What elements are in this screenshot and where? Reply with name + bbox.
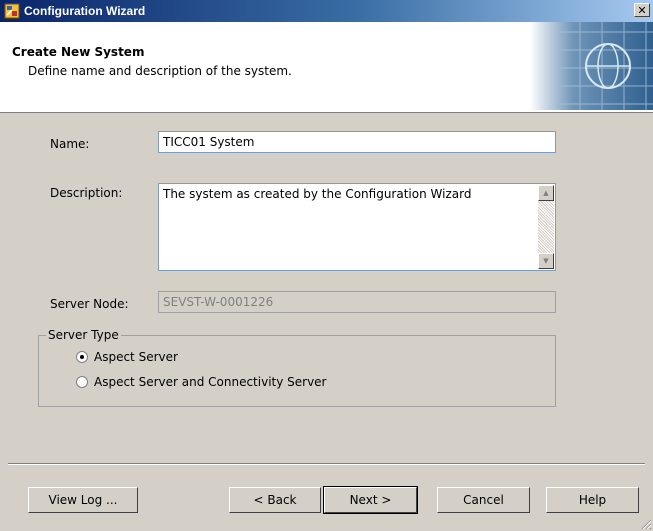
wizard-header: Create New System Define name and descri… xyxy=(0,22,653,113)
name-label: Name: xyxy=(50,137,90,151)
next-button[interactable]: Next > xyxy=(323,486,418,514)
description-textarea[interactable]: The system as created by the Configurati… xyxy=(158,183,556,271)
close-button[interactable]: ✕ xyxy=(634,3,650,17)
cancel-button[interactable]: Cancel xyxy=(437,487,530,513)
resize-grip-icon[interactable] xyxy=(641,519,652,530)
radio-unchecked-icon[interactable] xyxy=(76,376,88,388)
radio-aspect-server[interactable]: Aspect Server xyxy=(76,350,178,364)
page-title: Create New System xyxy=(12,45,145,59)
server-type-group xyxy=(38,335,556,407)
radio-checked-icon[interactable] xyxy=(76,351,88,363)
wizard-app-icon xyxy=(4,3,20,19)
wizard-window: Configuration Wizard ✕ Create New System… xyxy=(0,0,653,531)
footer-divider xyxy=(8,463,645,465)
server-node-label: Server Node: xyxy=(50,297,129,311)
scroll-down-icon[interactable]: ▼ xyxy=(538,253,554,269)
description-scrollbar[interactable]: ▲ ▼ xyxy=(538,185,554,269)
close-icon: ✕ xyxy=(637,4,647,17)
server-node-input: SEVST-W-0001226 xyxy=(158,291,556,313)
help-button[interactable]: Help xyxy=(546,487,639,513)
globe-network-icon xyxy=(530,22,653,110)
radio-label: Aspect Server xyxy=(94,350,178,364)
scroll-up-icon[interactable]: ▲ xyxy=(538,185,554,201)
title-bar[interactable]: Configuration Wizard ✕ xyxy=(0,0,653,22)
window-title: Configuration Wizard xyxy=(24,4,146,18)
description-text: The system as created by the Configurati… xyxy=(163,187,472,201)
view-log-button[interactable]: View Log ... xyxy=(28,487,138,513)
radio-aspect-connectivity-server[interactable]: Aspect Server and Connectivity Server xyxy=(76,375,327,389)
name-input[interactable]: TICC01 System xyxy=(158,131,556,153)
description-label: Description: xyxy=(50,186,123,200)
radio-label: Aspect Server and Connectivity Server xyxy=(94,375,327,389)
page-description: Define name and description of the syste… xyxy=(28,64,292,78)
server-type-label: Server Type xyxy=(46,328,121,342)
back-button[interactable]: < Back xyxy=(229,487,321,513)
scroll-track[interactable] xyxy=(538,201,554,253)
